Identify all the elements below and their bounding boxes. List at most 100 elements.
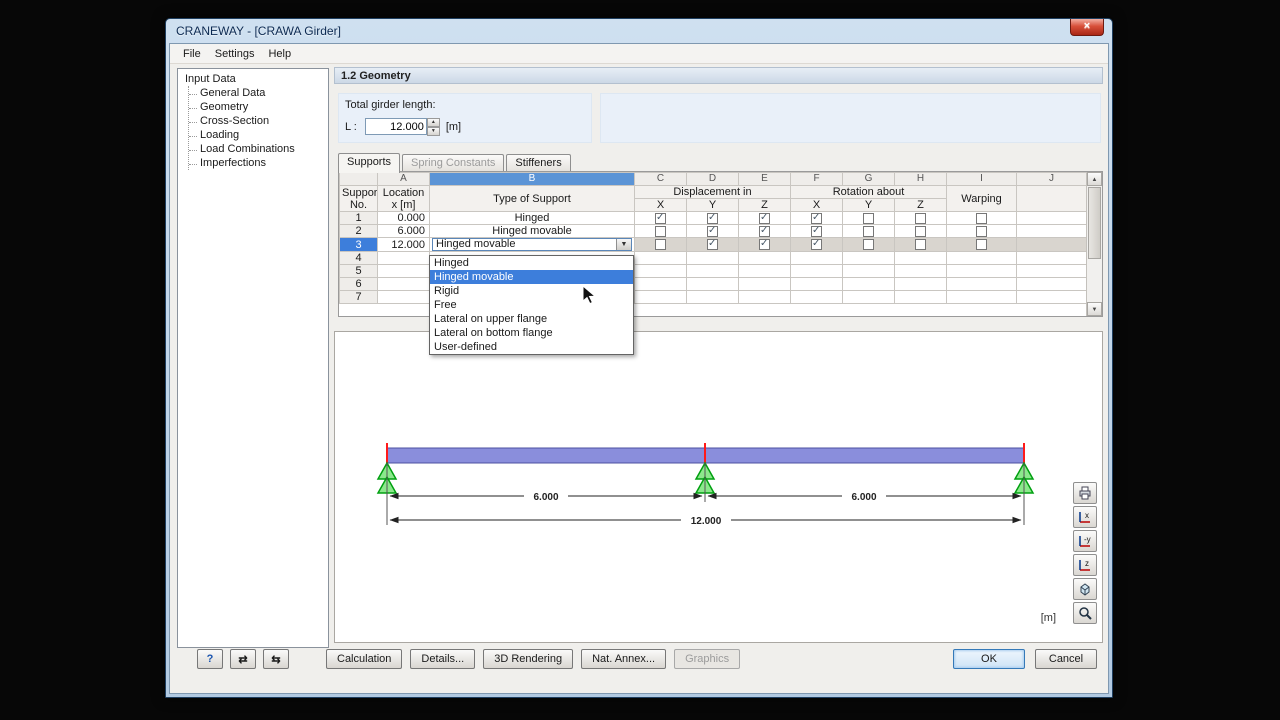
checkbox[interactable] [811,226,822,237]
cell-check[interactable] [843,212,895,225]
view-x-button[interactable]: x [1073,506,1097,528]
warping-checkbox[interactable] [976,213,987,224]
sidebar-item-imperfections[interactable]: Imperfections [189,156,326,170]
dropdown-option-hinged[interactable]: Hinged [430,256,633,270]
scrollbar-thumb[interactable] [1088,187,1101,259]
details-button[interactable]: Details... [410,649,475,669]
graphics-area[interactable]: 6.000 6.000 12.000 [334,331,1103,643]
menu-settings[interactable]: Settings [208,44,262,64]
cell-check[interactable] [791,212,843,225]
menu-help[interactable]: Help [261,44,298,64]
calculation-button[interactable]: Calculation [326,649,402,669]
checkbox[interactable] [811,213,822,224]
cell-check[interactable] [739,225,791,238]
nat-annex-button[interactable]: Nat. Annex... [581,649,666,669]
cell-type[interactable]: Hinged [430,212,635,225]
checkbox[interactable] [863,239,874,250]
isometric-view-button[interactable] [1073,578,1097,600]
view-z-button[interactable]: z [1073,554,1097,576]
title-bar[interactable]: CRANEWAY - [CRAWA Girder] × [166,19,1112,43]
row-header[interactable]: 4 [340,252,378,265]
dropdown-option-lateral-on-bottom-flange[interactable]: Lateral on bottom flange [430,326,633,340]
checkbox[interactable] [863,226,874,237]
cell-check[interactable] [687,212,739,225]
cell-check[interactable] [895,225,947,238]
help-button[interactable]: ? [197,649,223,669]
checkbox[interactable] [759,239,770,250]
girder-length-input[interactable] [365,118,427,135]
checkbox[interactable] [707,226,718,237]
dropdown-option-hinged-movable[interactable]: Hinged movable [430,270,633,284]
sidebar-root[interactable]: Input Data [183,72,326,86]
checkbox[interactable] [759,226,770,237]
table-scrollbar[interactable]: ▲ ▼ [1086,172,1102,316]
transfer-forward-button[interactable]: ⇆ [263,649,289,669]
checkbox[interactable] [655,239,666,250]
cell-check[interactable] [635,238,687,252]
spinner-up-icon[interactable]: ▲ [427,118,440,127]
checkbox[interactable] [915,226,926,237]
cell-check[interactable] [739,238,791,252]
cell-check[interactable] [895,212,947,225]
cell-location[interactable] [378,265,430,278]
sidebar-item-general-data[interactable]: General Data [189,86,326,100]
checkbox[interactable] [915,239,926,250]
cell-check[interactable] [687,238,739,252]
sidebar-item-load-combinations[interactable]: Load Combinations [189,142,326,156]
close-button[interactable]: × [1070,19,1104,36]
cell-location[interactable] [378,252,430,265]
checkbox[interactable] [707,239,718,250]
graphics-button[interactable]: Graphics [674,649,740,669]
type-combobox[interactable]: Hinged movable▼ [432,238,632,251]
checkbox[interactable] [811,239,822,250]
transfer-back-button[interactable]: ⇄ [230,649,256,669]
row-header[interactable]: 1 [340,212,378,225]
checkbox[interactable] [863,213,874,224]
cell-location[interactable]: 12.000 [378,238,430,252]
cell-location[interactable]: 0.000 [378,212,430,225]
cell-check[interactable] [635,212,687,225]
ok-button[interactable]: OK [953,649,1025,669]
cell-warping[interactable] [947,238,1017,252]
sidebar-item-cross-section[interactable]: Cross-Section [189,114,326,128]
cell-check[interactable] [635,225,687,238]
cell-check[interactable] [791,238,843,252]
menu-file[interactable]: File [176,44,208,64]
warping-checkbox[interactable] [976,239,987,250]
dropdown-option-free[interactable]: Free [430,298,633,312]
cell-check[interactable] [843,238,895,252]
warping-checkbox[interactable] [976,226,987,237]
dropdown-option-lateral-on-upper-flange[interactable]: Lateral on upper flange [430,312,633,326]
cell-location[interactable] [378,278,430,291]
cell-location[interactable]: 6.000 [378,225,430,238]
cell-check[interactable] [739,212,791,225]
tab-stiffeners[interactable]: Stiffeners [506,154,570,172]
tab-supports[interactable]: Supports [338,153,400,173]
spinner-down-icon[interactable]: ▼ [427,127,440,136]
dropdown-option-user-defined[interactable]: User-defined [430,340,633,354]
print-button[interactable] [1073,482,1097,504]
checkbox[interactable] [707,213,718,224]
cell-check[interactable] [895,238,947,252]
combo-dropdown-icon[interactable]: ▼ [616,239,631,250]
checkbox[interactable] [655,226,666,237]
zoom-button[interactable] [1073,602,1097,624]
checkbox[interactable] [915,213,926,224]
cell-warping[interactable] [947,212,1017,225]
scroll-down-icon[interactable]: ▼ [1087,302,1102,316]
row-header[interactable]: 2 [340,225,378,238]
cell-check[interactable] [791,225,843,238]
row-header[interactable]: 6 [340,278,378,291]
row-header[interactable]: 7 [340,291,378,304]
sidebar-item-geometry[interactable]: Geometry [189,100,326,114]
checkbox[interactable] [759,213,770,224]
row-header[interactable]: 5 [340,265,378,278]
view-y-button[interactable]: -y [1073,530,1097,552]
dropdown-option-rigid[interactable]: Rigid [430,284,633,298]
checkbox[interactable] [655,213,666,224]
cell-check[interactable] [687,225,739,238]
row-header[interactable]: 3 [340,238,378,252]
sidebar-item-loading[interactable]: Loading [189,128,326,142]
3d-rendering-button[interactable]: 3D Rendering [483,649,573,669]
cell-location[interactable] [378,291,430,304]
